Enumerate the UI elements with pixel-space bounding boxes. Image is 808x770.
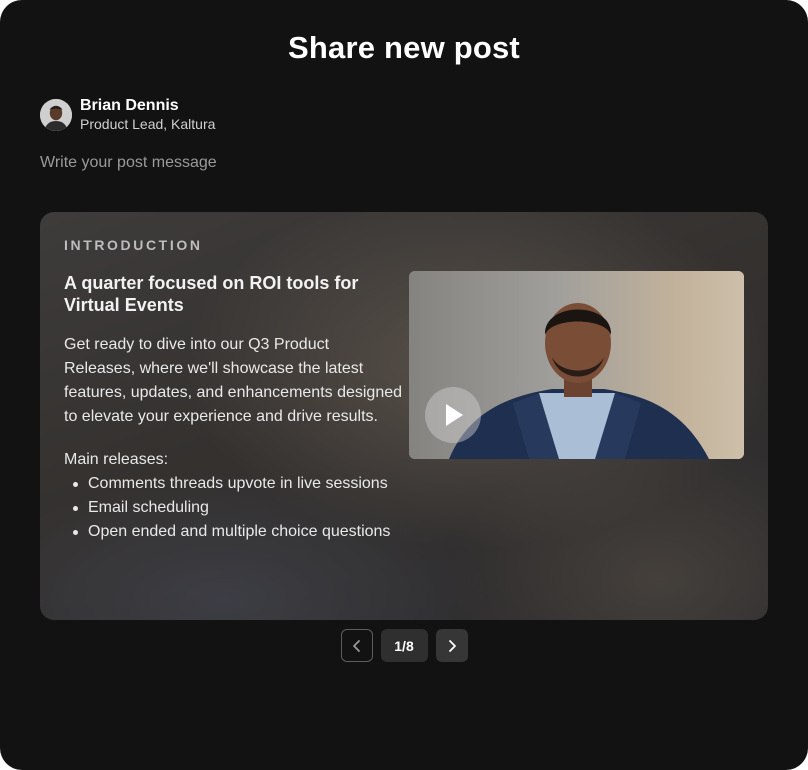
dialog-title: Share new post — [288, 30, 520, 65]
pager: 1/8 — [0, 629, 808, 662]
list-item: Open ended and multiple choice questions — [64, 520, 390, 544]
page-indicator[interactable]: 1/8 — [380, 629, 428, 662]
card-body-text: Get ready to dive into our Q3 Product Re… — [64, 336, 403, 425]
releases-label: Main releases: — [64, 451, 169, 468]
card-eyebrow: INTRODUCTION — [64, 237, 203, 253]
play-icon — [446, 404, 463, 426]
list-item: Email scheduling — [64, 496, 390, 520]
release-list: Comments threads upvote in live sessions… — [64, 472, 390, 544]
post-message-input[interactable] — [40, 154, 740, 172]
chevron-right-icon — [448, 639, 456, 652]
play-button[interactable] — [425, 387, 481, 443]
person-avatar-icon — [40, 98, 72, 131]
chevron-left-icon — [352, 639, 360, 652]
author-role: Product Lead, Kaltura — [80, 116, 216, 132]
list-item: Comments threads upvote in live sessions — [64, 472, 390, 496]
post-preview-card: INTRODUCTION A quarter focused on ROI to… — [40, 212, 768, 620]
next-page-button[interactable] — [435, 629, 468, 662]
author-name: Brian Dennis — [80, 97, 179, 114]
card-heading: A quarter focused on ROI tools for Virtu… — [64, 273, 359, 315]
previous-page-button[interactable] — [340, 629, 373, 662]
video-thumbnail[interactable] — [409, 271, 744, 459]
author-info: Brian Dennis Product Lead, Kaltura — [80, 96, 215, 133]
avatar — [40, 98, 72, 131]
share-post-dialog: Share new post Brian Dennis Product Lead… — [0, 0, 808, 770]
author-block: Brian Dennis Product Lead, Kaltura — [40, 96, 215, 133]
